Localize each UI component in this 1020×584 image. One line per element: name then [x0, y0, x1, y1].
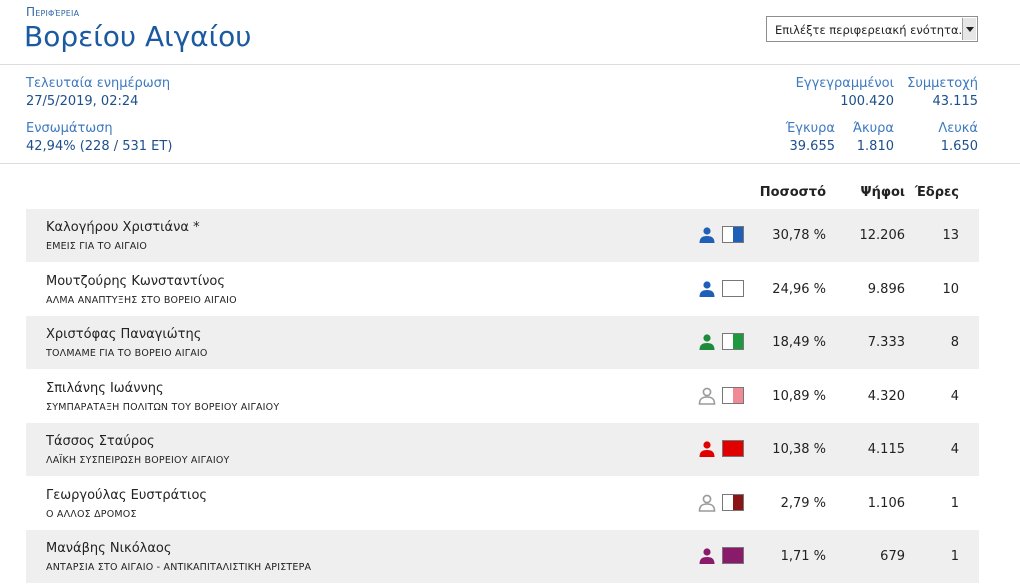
region-kicker: Περιφέρεια — [26, 5, 80, 19]
candidate-name: Τάσσος Σταύρος — [46, 434, 155, 449]
party-color-swatch — [722, 547, 744, 564]
table-row[interactable]: Χριστόφας Παναγιώτης ΤΟΛΜΑΜΕ ΓΙΑ ΤΟ ΒΟΡΕΙ… — [26, 316, 979, 369]
person-icon — [699, 334, 715, 350]
invalid-label: Άκυρα — [852, 121, 894, 136]
valid-label: Έγκυρα — [785, 121, 835, 136]
seats-value: 4 — [950, 388, 959, 404]
party-color-swatch — [722, 279, 744, 297]
votes-value: 1.106 — [867, 495, 905, 511]
party-name: ΤΟΛΜΑΜΕ ΓΙΑ ΤΟ ΒΟΡΕΙΟ ΑΙΓΑΙΟ — [46, 348, 208, 359]
person-icon — [699, 441, 715, 457]
column-header-percent: Ποσοστό — [759, 185, 826, 200]
chevron-down-icon[interactable] — [962, 18, 976, 40]
percent-value: 10,38 % — [772, 442, 826, 457]
votes-value: 12.206 — [859, 228, 906, 243]
table-row[interactable]: Καλογήρου Χριστιάνα * ΕΜΕΙΣ ΓΙΑ ΤΟ ΑΙΓΑΙΟ… — [26, 209, 979, 262]
seats-value: 1 — [950, 495, 959, 511]
page-title: Βορείου Αιγαίου — [24, 20, 252, 53]
percent-value: 2,79 % — [780, 495, 826, 511]
candidate-name: Μανάβης Νικόλαος — [46, 541, 172, 556]
percent-value: 30,78 % — [772, 228, 826, 243]
regional-unit-select-value: Επιλέξτε περιφερειακή ενότητα... — [775, 23, 970, 37]
blank-value: 1.650 — [940, 139, 978, 154]
blank-label: Λευκά — [938, 121, 978, 136]
person-icon — [699, 280, 715, 297]
votes-value: 4.320 — [867, 388, 905, 404]
candidate-name: Μουτζούρης Κωνσταντίνος — [46, 273, 225, 289]
registered-label: Εγγεγραμμένοι — [795, 76, 894, 91]
party-color-swatch — [722, 493, 744, 511]
percent-value: 10,89 % — [772, 388, 826, 404]
candidate-name: Χριστόφας Παναγιώτης — [46, 327, 202, 342]
table-row[interactable]: Σπιλάνης Ιωάννης ΣΥΜΠΑΡΑΤΑΞΗ ΠΟΛΙΤΩΝ ΤΟΥ … — [26, 370, 979, 423]
party-color-swatch — [722, 333, 744, 350]
seats-value: 1 — [950, 549, 959, 564]
person-icon — [699, 227, 715, 243]
candidate-name: Γεωργούλας Ευστράτιος — [46, 487, 208, 503]
column-header-seats: Έδρες — [914, 185, 959, 200]
seats-value: 8 — [950, 335, 959, 350]
person-icon — [698, 494, 716, 512]
votes-value: 9.896 — [867, 281, 905, 297]
table-row[interactable]: Τάσσος Σταύρος ΛΑΪΚΗ ΣΥΣΠΕΙΡΩΣΗ ΒΟΡΕΙΟΥ Α… — [26, 423, 979, 476]
integration-value: 42,94% (228 / 531 ΕΤ) — [26, 139, 173, 154]
party-name: ΣΥΜΠΑΡΑΤΑΞΗ ΠΟΛΙΤΩΝ ΤΟΥ ΒΟΡΕΙΟΥ ΑΙΓΑΙΟΥ — [46, 401, 280, 413]
table-row[interactable]: Μουτζούρης Κωνσταντίνος ΑΛΜΑ ΑΝΑΠΤΥΞΗΣ ΣΤ… — [26, 263, 979, 316]
seats-value: 4 — [950, 442, 959, 457]
party-color-swatch — [722, 440, 744, 457]
person-icon — [699, 548, 715, 564]
votes-value: 7.333 — [867, 335, 905, 350]
person-icon — [698, 387, 716, 405]
turnout-label: Συμμετοχή — [907, 76, 978, 91]
invalid-value: 1.810 — [856, 139, 894, 154]
valid-value: 39.655 — [789, 139, 836, 154]
percent-value: 1,71 % — [780, 549, 826, 564]
candidate-name: Καλογήρου Χριστιάνα * — [46, 220, 200, 235]
last-update-value: 27/5/2019, 02:24 — [26, 94, 139, 109]
column-header-votes: Ψήφοι — [860, 185, 905, 200]
turnout-value: 43.115 — [932, 94, 979, 109]
regional-unit-select[interactable]: Επιλέξτε περιφερειακή ενότητα... — [766, 16, 978, 42]
party-name: ΑΛΜΑ ΑΝΑΠΤΥΞΗΣ ΣΤΟ ΒΟΡΕΙΟ ΑΙΓΑΙΟ — [46, 294, 237, 306]
votes-value: 679 — [880, 549, 905, 564]
last-update-label: Τελευταία ενημέρωση — [26, 76, 171, 91]
registered-value: 100.420 — [840, 94, 894, 109]
party-name: Ο ΑΛΛΟΣ ΔΡΟΜΟΣ — [46, 508, 137, 520]
candidate-name: Σπιλάνης Ιωάννης — [46, 380, 164, 396]
table-row[interactable]: Γεωργούλας Ευστράτιος Ο ΑΛΛΟΣ ΔΡΟΜΟΣ 2,79 … — [26, 477, 979, 530]
seats-value: 13 — [942, 228, 959, 243]
table-row[interactable]: Μανάβης Νικόλαος ΑΝΤΑΡΣΙΑ ΣΤΟ ΑΙΓΑΙΟ - ΑΝ… — [26, 530, 979, 583]
percent-value: 24,96 % — [772, 281, 826, 297]
stats-panel: Τελευταία ενημέρωση 27/5/2019, 02:24 Ενσ… — [0, 65, 1020, 164]
party-color-swatch — [722, 386, 744, 404]
party-name: ΕΜΕΙΣ ΓΙΑ ΤΟ ΑΙΓΑΙΟ — [46, 241, 148, 252]
page-header: Περιφέρεια Βορείου Αιγαίου Επιλέξτε περι… — [0, 0, 1020, 65]
party-name: ΑΝΤΑΡΣΙΑ ΣΤΟ ΑΙΓΑΙΟ - ΑΝΤΙΚΑΠΙΤΑΛΙΣΤΙΚΗ … — [46, 562, 312, 573]
percent-value: 18,49 % — [772, 335, 826, 350]
integration-label: Ενσωμάτωση — [26, 121, 113, 136]
party-name: ΛΑΪΚΗ ΣΥΣΠΕΙΡΩΣΗ ΒΟΡΕΙΟΥ ΑΙΓΑΙΟΥ — [46, 455, 230, 466]
seats-value: 10 — [942, 281, 959, 297]
votes-value: 4.115 — [867, 442, 905, 457]
party-color-swatch — [722, 226, 744, 243]
